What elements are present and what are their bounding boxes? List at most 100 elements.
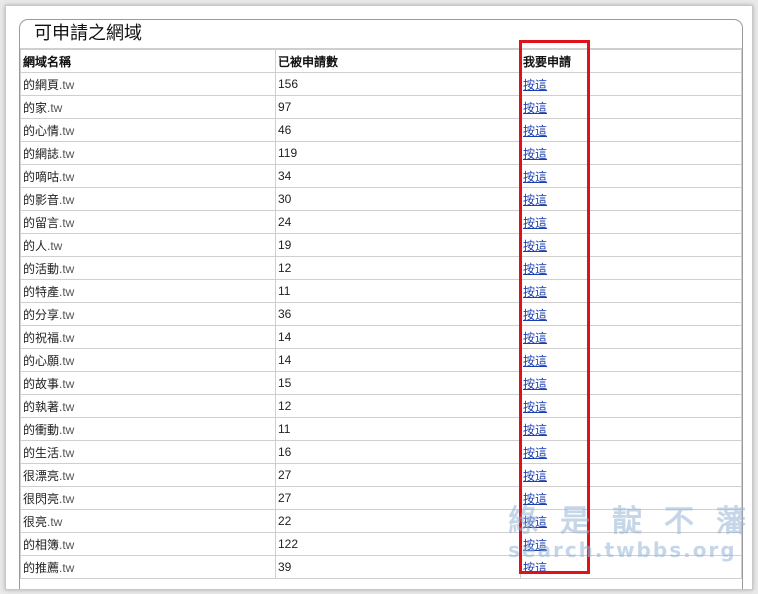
domain-name-cell: 的執著.tw	[20, 394, 276, 418]
domain-name: 的心情	[23, 123, 60, 138]
apply-link[interactable]: 按這	[523, 78, 547, 92]
apply-link[interactable]: 按這	[523, 561, 547, 575]
domain-suffix: .tw	[59, 445, 75, 460]
apply-link[interactable]: 按這	[523, 308, 547, 322]
domain-name: 的影音	[23, 192, 60, 207]
apply-link[interactable]: 按這	[523, 193, 547, 207]
apply-link[interactable]: 按這	[523, 331, 547, 345]
applied-count: 27	[275, 486, 521, 510]
apply-cell: 按這	[520, 463, 742, 487]
table-row: 的心願.tw 14 按這	[20, 348, 742, 372]
domain-suffix: .tw	[59, 422, 75, 437]
domain-suffix: .tw	[59, 399, 75, 414]
domain-name-cell: 的推薦.tw	[20, 555, 276, 579]
table-row: 的人.tw 19 按這	[20, 233, 742, 257]
apply-cell: 按這	[520, 555, 742, 579]
apply-cell: 按這	[520, 348, 742, 372]
domain-name: 很亮	[23, 514, 48, 529]
apply-cell: 按這	[520, 394, 742, 418]
table-row: 的影音.tw 30 按這	[20, 187, 742, 211]
header-domain-name: 網域名稱	[20, 49, 276, 73]
apply-link[interactable]: 按這	[523, 124, 547, 138]
domain-table: 網域名稱 已被申請數 我要申請 的網頁.tw 156 按這 的家.tw 97 按這 的心情.…	[20, 49, 742, 579]
domain-name: 的相簿	[23, 537, 60, 552]
apply-link[interactable]: 按這	[523, 469, 547, 483]
applied-count: 156	[275, 72, 521, 96]
domain-name: 的心願	[23, 353, 60, 368]
apply-link[interactable]: 按這	[523, 262, 547, 276]
apply-link[interactable]: 按這	[523, 101, 547, 115]
applied-count: 122	[275, 532, 521, 556]
domain-name: 的人	[23, 238, 48, 253]
apply-link[interactable]: 按這	[523, 147, 547, 161]
applied-count: 12	[275, 256, 521, 280]
domain-name: 的特產	[23, 284, 60, 299]
apply-link[interactable]: 按這	[523, 285, 547, 299]
screenshot-frame: 可申請之網域 網域名稱 已被申請數 我要申請 的網頁.tw 156 按這 的家.tw 9…	[5, 5, 753, 590]
domain-name: 的分享	[23, 307, 60, 322]
apply-cell: 按這	[520, 141, 742, 165]
apply-link[interactable]: 按這	[523, 400, 547, 414]
apply-link[interactable]: 按這	[523, 515, 547, 529]
apply-link[interactable]: 按這	[523, 377, 547, 391]
table-row: 的祝福.tw 14 按這	[20, 325, 742, 349]
domain-name-cell: 的影音.tw	[20, 187, 276, 211]
apply-link[interactable]: 按這	[523, 354, 547, 368]
domain-name-cell: 很漂亮.tw	[20, 463, 276, 487]
applied-count: 30	[275, 187, 521, 211]
table-row: 很閃亮.tw 27 按這	[20, 486, 742, 510]
domain-name-cell: 的家.tw	[20, 95, 276, 119]
domain-suffix: .tw	[59, 537, 75, 552]
apply-link[interactable]: 按這	[523, 170, 547, 184]
domain-name-cell: 的祝福.tw	[20, 325, 276, 349]
applied-count: 19	[275, 233, 521, 257]
domain-name: 的留言	[23, 215, 60, 230]
table-row: 的網誌.tw 119 按這	[20, 141, 742, 165]
domain-suffix: .tw	[59, 146, 75, 161]
domain-name-cell: 的生活.tw	[20, 440, 276, 464]
domain-suffix: .tw	[59, 330, 75, 345]
domain-name-cell: 的心願.tw	[20, 348, 276, 372]
domain-suffix: .tw	[59, 284, 75, 299]
apply-link[interactable]: 按這	[523, 216, 547, 230]
applied-count: 119	[275, 141, 521, 165]
domain-name: 的嘀咕	[23, 169, 60, 184]
apply-link[interactable]: 按這	[523, 538, 547, 552]
applied-count: 11	[275, 417, 521, 441]
apply-cell: 按這	[520, 256, 742, 280]
apply-cell: 按這	[520, 233, 742, 257]
applied-count: 22	[275, 509, 521, 533]
domain-name: 的推薦	[23, 560, 60, 575]
domain-suffix: .tw	[59, 123, 75, 138]
table-row: 的心情.tw 46 按這	[20, 118, 742, 142]
apply-cell: 按這	[520, 118, 742, 142]
header-applied-count: 已被申請數	[275, 49, 521, 73]
domain-name-cell: 的人.tw	[20, 233, 276, 257]
apply-cell: 按這	[520, 417, 742, 441]
apply-cell: 按這	[520, 509, 742, 533]
table-header-row: 網域名稱 已被申請數 我要申請	[20, 49, 742, 73]
apply-link[interactable]: 按這	[523, 492, 547, 506]
apply-cell: 按這	[520, 325, 742, 349]
domain-name: 的衝動	[23, 422, 60, 437]
domain-name: 的家	[23, 100, 48, 115]
table-row: 的故事.tw 15 按這	[20, 371, 742, 395]
table-row: 的特產.tw 11 按這	[20, 279, 742, 303]
domain-suffix: .tw	[59, 376, 75, 391]
apply-link[interactable]: 按這	[523, 239, 547, 253]
domain-suffix: .tw	[47, 238, 63, 253]
apply-link[interactable]: 按這	[523, 446, 547, 460]
table-row: 的執著.tw 12 按這	[20, 394, 742, 418]
apply-link[interactable]: 按這	[523, 423, 547, 437]
domain-suffix: .tw	[59, 468, 75, 483]
domain-name: 的網頁	[23, 77, 60, 92]
applied-count: 34	[275, 164, 521, 188]
table-row: 的相簿.tw 122 按這	[20, 532, 742, 556]
domain-name-cell: 的分享.tw	[20, 302, 276, 326]
domain-panel: 可申請之網域 網域名稱 已被申請數 我要申請 的網頁.tw 156 按這 的家.tw 9…	[19, 19, 743, 589]
applied-count: 12	[275, 394, 521, 418]
header-apply: 我要申請	[520, 49, 742, 73]
domain-name: 的活動	[23, 261, 60, 276]
apply-cell: 按這	[520, 210, 742, 234]
table-row: 的留言.tw 24 按這	[20, 210, 742, 234]
